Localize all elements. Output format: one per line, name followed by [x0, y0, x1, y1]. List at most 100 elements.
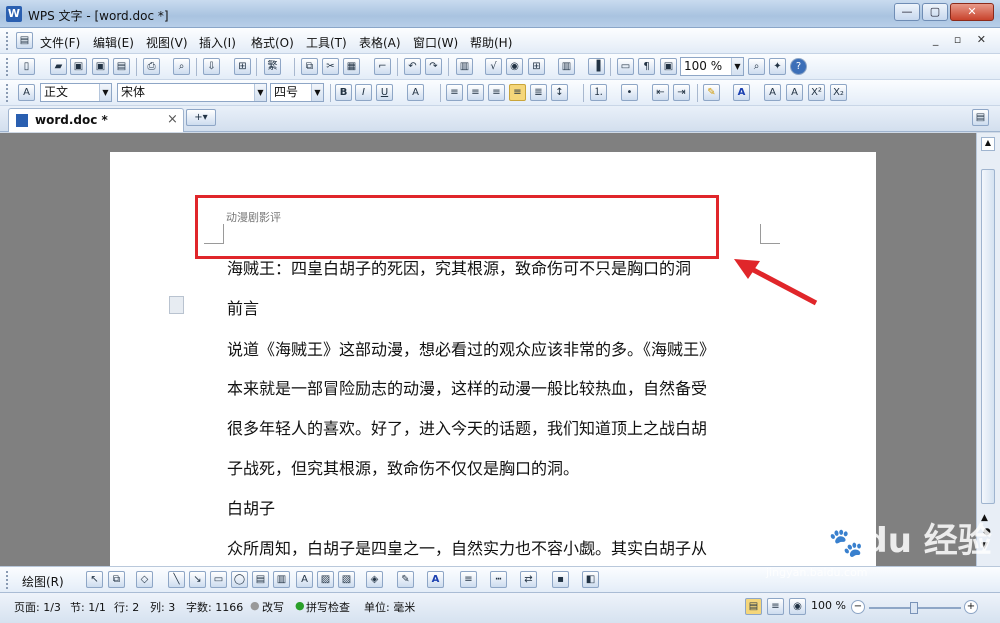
undo-icon[interactable]: ↶ — [404, 58, 421, 75]
body-paragraph[interactable]: 很多年轻人的喜欢。好了，进入今天的话题，我们知道顶上之战白胡 — [227, 415, 707, 439]
tab-word-doc[interactable]: word.doc * × — [8, 108, 184, 132]
char-border-icon[interactable]: A — [407, 84, 424, 101]
align-right-icon[interactable]: ≡ — [488, 84, 505, 101]
open-folder-icon[interactable]: ▰ — [50, 58, 67, 75]
superscript-icon[interactable]: X² — [808, 84, 825, 101]
shrink-font-icon[interactable]: A — [786, 84, 803, 101]
menu-tools[interactable]: 工具(T) — [306, 34, 347, 51]
increase-indent-icon[interactable]: ⇥ — [673, 84, 690, 101]
select-objects-icon[interactable]: ⧉ — [108, 571, 125, 588]
body-paragraph[interactable]: 众所周知，白胡子是四皇之一，自然实力也不容小觑。其实白胡子从 — [227, 535, 707, 559]
mdi-window-controls[interactable]: _ ▫ ✕ — [933, 33, 992, 46]
scroll-thumb[interactable] — [981, 169, 995, 504]
menu-insert[interactable]: 插入(I) — [199, 34, 236, 51]
menu-table[interactable]: 表格(A) — [359, 34, 401, 51]
draw-menu-button[interactable]: 绘图(R) — [22, 573, 64, 590]
decrease-indent-icon[interactable]: ⇤ — [652, 84, 669, 101]
shapes-icon[interactable]: ◇ — [136, 571, 153, 588]
help-icon[interactable]: ? — [790, 58, 807, 75]
numbering-icon[interactable]: ⒈ — [590, 84, 607, 101]
arrow-icon[interactable]: ↘ — [189, 571, 206, 588]
tab-list-icon[interactable]: ▤ — [972, 109, 989, 126]
print-preview-icon[interactable]: ⌕ — [173, 58, 190, 75]
bold-icon[interactable]: B — [335, 84, 352, 101]
zoom-out-icon[interactable]: − — [851, 600, 865, 614]
underline-icon[interactable]: U — [376, 84, 393, 101]
styles-pane-icon[interactable]: A — [18, 84, 35, 101]
highlight-icon[interactable]: ✎ — [703, 84, 720, 101]
3d-style-icon[interactable]: ◧ — [582, 571, 599, 588]
insert-table-icon[interactable]: ⊞ — [528, 58, 545, 75]
find-icon[interactable]: ⌕ — [748, 58, 765, 75]
align-left-icon[interactable]: ≡ — [446, 84, 463, 101]
cut-icon[interactable]: ✂ — [322, 58, 339, 75]
toolbar-grip[interactable] — [6, 571, 10, 589]
web-view-icon[interactable]: ◉ — [789, 598, 806, 615]
zoom-slider-thumb[interactable] — [910, 602, 918, 614]
status-spell-check[interactable]: 拼写检查 — [306, 599, 350, 615]
rectangle-icon[interactable]: ▭ — [210, 571, 227, 588]
format-painter-icon[interactable]: ⌐ — [374, 58, 391, 75]
dash-style-icon[interactable]: ┅ — [490, 571, 507, 588]
insert-picture-icon[interactable]: ▧ — [338, 571, 355, 588]
status-overwrite[interactable]: 改写 — [262, 599, 284, 615]
page-setup-icon[interactable]: ⊞ — [234, 58, 251, 75]
menu-edit[interactable]: 编辑(E) — [93, 34, 134, 51]
chart-icon[interactable]: ▐ — [588, 58, 605, 75]
toolbar-grip[interactable] — [6, 32, 10, 50]
grow-font-icon[interactable]: A — [764, 84, 781, 101]
justify-icon[interactable]: ≡ — [509, 84, 526, 101]
menu-view[interactable]: 视图(V) — [146, 34, 188, 51]
close-window-button[interactable]: ✕ — [950, 3, 994, 21]
line-color-icon[interactable]: ✎ — [397, 571, 414, 588]
document-menu-icon[interactable]: ▤ — [16, 32, 33, 49]
insert-icon[interactable]: ⇩ — [203, 58, 220, 75]
subscript-icon[interactable]: X₂ — [830, 84, 847, 101]
select-pointer-icon[interactable]: ↖ — [86, 571, 103, 588]
body-paragraph[interactable]: 本来就是一部冒险励志的动漫，这样的动漫一般比较热血，自然备受 — [227, 375, 707, 399]
traditional-chinese-icon[interactable]: 繁 — [264, 58, 281, 75]
toolbar-grip[interactable] — [6, 58, 10, 76]
body-paragraph[interactable]: 子战死，但究其根源，致命伤不仅仅是胸口的洞。 — [227, 455, 579, 479]
bullets-icon[interactable]: • — [621, 84, 638, 101]
zoom-in-icon[interactable]: + — [964, 600, 978, 614]
text-color-icon[interactable]: A — [427, 571, 444, 588]
vertical-scrollbar[interactable]: ▲ ▲ ● ▼ — [976, 133, 1000, 566]
paste-icon[interactable]: ▦ — [343, 58, 360, 75]
export-pdf-icon[interactable]: ▤ — [113, 58, 130, 75]
fill-color-icon[interactable]: ◈ — [366, 571, 383, 588]
new-document-icon[interactable]: ▯ — [18, 58, 35, 75]
arrow-style-icon[interactable]: ⇄ — [520, 571, 537, 588]
scroll-up-icon[interactable]: ▲ — [981, 137, 995, 151]
distribute-icon[interactable]: ≣ — [530, 84, 547, 101]
align-center-icon[interactable]: ≡ — [467, 84, 484, 101]
style-select[interactable]: 正文 ▼ — [40, 83, 112, 102]
wordart-icon[interactable]: A — [296, 571, 313, 588]
vertical-textbox-icon[interactable]: ▥ — [273, 571, 290, 588]
fit-page-icon[interactable]: ▣ — [660, 58, 677, 75]
tab-close-icon[interactable]: × — [167, 112, 178, 127]
status-word-count[interactable]: 字数: 1166 — [186, 599, 243, 615]
section-heading[interactable]: 白胡子 — [227, 495, 275, 519]
menu-window[interactable]: 窗口(W) — [413, 34, 458, 51]
menu-file[interactable]: 文件(F) — [40, 34, 80, 51]
font-color-icon[interactable]: A — [733, 84, 750, 101]
font-select[interactable]: 宋体 ▼ — [117, 83, 267, 102]
calculator-icon[interactable]: ▥ — [456, 58, 473, 75]
line-style-icon[interactable]: ≡ — [460, 571, 477, 588]
new-tab-button[interactable]: +▾ — [186, 109, 216, 126]
shadow-icon[interactable]: ▪ — [552, 571, 569, 588]
body-paragraph[interactable]: 说道《海贼王》这部动漫，想必看过的观众应该非常的多。《海贼王》 — [227, 336, 715, 360]
print-icon[interactable]: ⎙ — [143, 58, 160, 75]
formula-icon[interactable]: √ — [485, 58, 502, 75]
maximize-button[interactable]: ▢ — [922, 3, 948, 21]
drawing-icon[interactable]: ▭ — [617, 58, 634, 75]
line-spacing-icon[interactable]: ↕ — [551, 84, 568, 101]
body-paragraph[interactable]: 前言 — [227, 295, 259, 319]
menu-help[interactable]: 帮助(H) — [470, 34, 512, 51]
redo-icon[interactable]: ↷ — [425, 58, 442, 75]
outline-view-icon[interactable]: ≡ — [767, 598, 784, 615]
columns-icon[interactable]: ▥ — [558, 58, 575, 75]
italic-icon[interactable]: I — [355, 84, 372, 101]
line-icon[interactable]: ╲ — [168, 571, 185, 588]
